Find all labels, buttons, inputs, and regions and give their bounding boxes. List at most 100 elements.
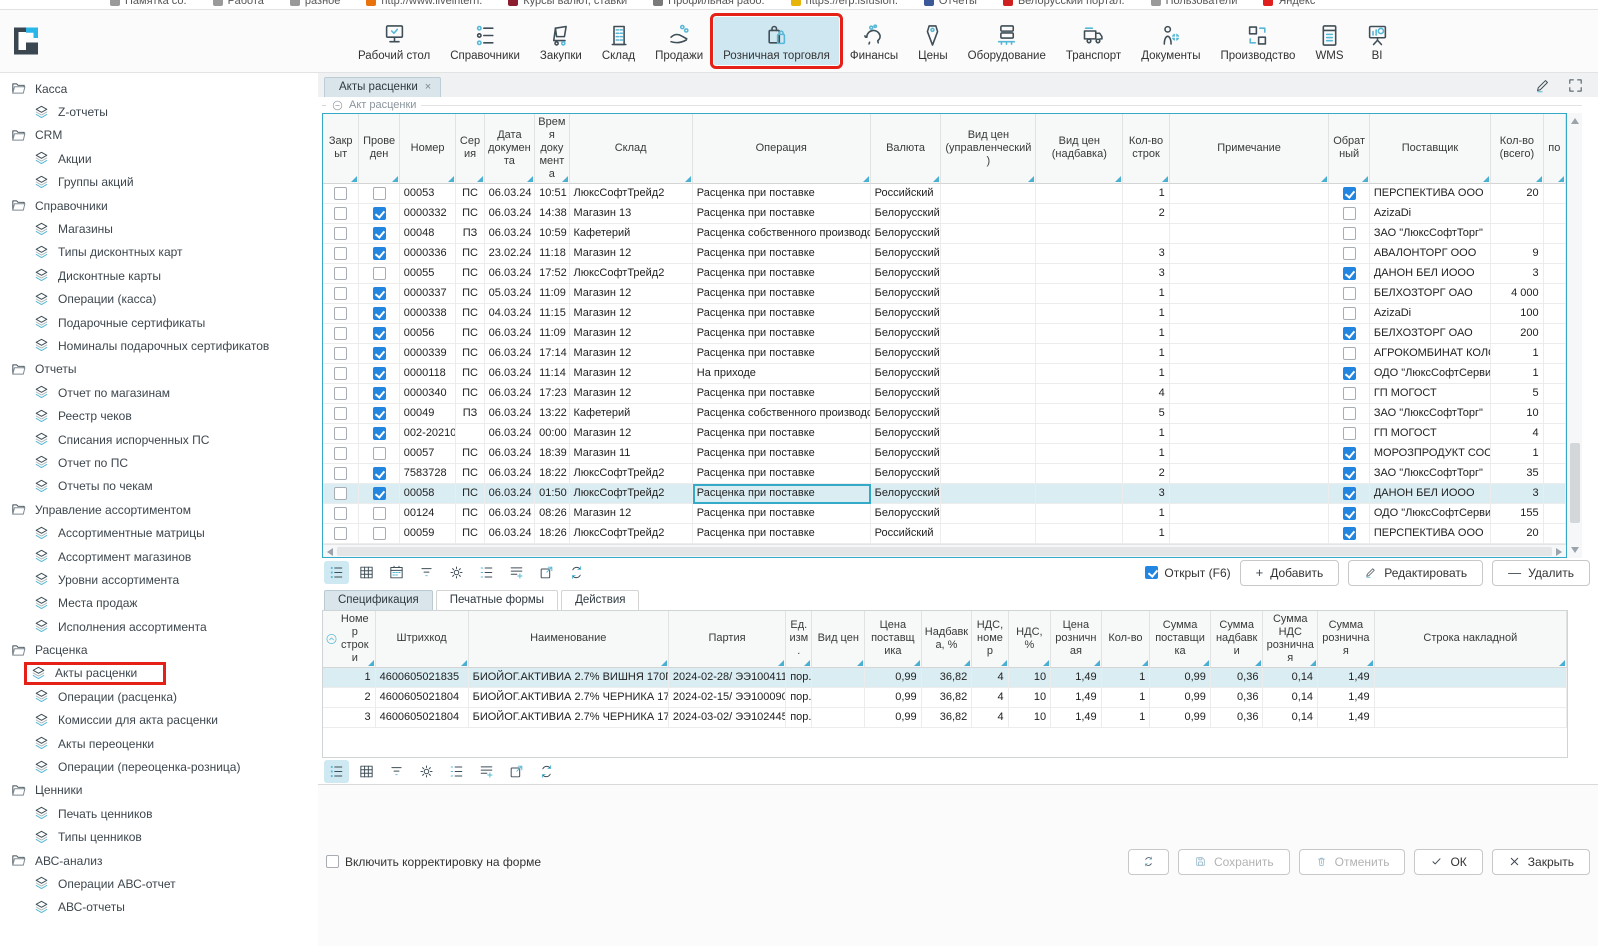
cell-qty_total[interactable]: 35: [1491, 464, 1544, 484]
cell-price_mgmt[interactable]: [941, 324, 1036, 344]
cell-reverse[interactable]: [1329, 324, 1369, 344]
cell-reverse[interactable]: [1329, 204, 1369, 224]
cell-closed[interactable]: [323, 524, 359, 544]
cell-note[interactable]: [1170, 344, 1330, 364]
cell-price_type[interactable]: [812, 668, 865, 688]
checkbox[interactable]: [373, 207, 386, 220]
tree-item[interactable]: Акты переоценки: [0, 732, 318, 755]
cell-vat_num[interactable]: 4: [972, 668, 1008, 688]
cell-posted[interactable]: [359, 364, 399, 384]
cell-price_mgmt[interactable]: [941, 444, 1036, 464]
column-header[interactable]: Ед. изм.: [786, 611, 812, 668]
tree-item[interactable]: Ассортиментные матрицы: [0, 521, 318, 544]
cell-qty_total[interactable]: 20: [1491, 524, 1544, 544]
cell-operation[interactable]: Расценка при поставке: [693, 324, 871, 344]
cell-name[interactable]: БИОЙОГ.АКТИВИА 2.7% ЧЕРНИКА 170Г: [469, 688, 669, 708]
table-row[interactable]: 00059ПС06.03.2418:26ЛюксСофтТрейд2Расцен…: [323, 524, 1566, 544]
cell-extra[interactable]: [1544, 344, 1566, 364]
table-row[interactable]: 00055ПС06.03.2417:52ЛюксСофтТрейд2Расцен…: [323, 264, 1566, 284]
cell-time[interactable]: 01:50: [535, 484, 569, 504]
table-row[interactable]: 00049ПЗ06.03.2413:22КафетерийРасценка со…: [323, 404, 1566, 424]
cell-lines[interactable]: 5: [1123, 404, 1169, 424]
cell-operation[interactable]: На приходе: [693, 364, 871, 384]
cell-markup_pct[interactable]: 36,82: [922, 708, 973, 728]
закрыть-button[interactable]: Закрыть: [1492, 849, 1590, 875]
table-row[interactable]: 00058ПС06.03.2401:50ЛюксСофтТрейд2Расцен…: [323, 484, 1566, 504]
bookmark-item[interactable]: https://erp.lsfusion.: [791, 0, 898, 7]
cell-reverse[interactable]: [1329, 264, 1369, 284]
cell-date[interactable]: 06.03.24: [485, 344, 536, 364]
cell-price_mgmt[interactable]: [941, 424, 1036, 444]
column-header[interactable]: Номер строки: [323, 611, 376, 668]
cell-price_type[interactable]: [812, 708, 865, 728]
cell-closed[interactable]: [323, 364, 359, 384]
detail-tab[interactable]: Действия: [561, 590, 639, 610]
cell-warehouse[interactable]: Магазин 12: [570, 324, 693, 344]
cell-warehouse[interactable]: Магазин 12: [570, 304, 693, 324]
module-button-desktop[interactable]: Рабочий стол: [349, 17, 439, 65]
cell-closed[interactable]: [323, 444, 359, 464]
delete-button[interactable]: — Удалить: [1492, 560, 1590, 586]
tree-item[interactable]: Уровни ассортимента: [0, 568, 318, 591]
cell-barcode[interactable]: 4600605021835: [376, 668, 469, 688]
checkbox[interactable]: [1343, 467, 1356, 480]
row-settings-toolbar-button[interactable]: [324, 760, 349, 783]
cell-price_markup[interactable]: [1036, 464, 1123, 484]
cell-price_markup[interactable]: [1036, 484, 1123, 504]
bookmark-item[interactable]: Памятка со.: [110, 0, 187, 7]
cell-supplier[interactable]: AzizaDi: [1370, 204, 1491, 224]
cell-series[interactable]: ПС: [456, 344, 484, 364]
cell-number[interactable]: 7583728: [400, 464, 457, 484]
cell-date[interactable]: 06.03.24: [485, 464, 536, 484]
cell-date[interactable]: 06.03.24: [485, 524, 536, 544]
cell-extra[interactable]: [1544, 184, 1566, 204]
numbered-list-toolbar-button[interactable]: [474, 561, 499, 584]
checkbox[interactable]: [1343, 287, 1356, 300]
cell-qty_total[interactable]: 155: [1491, 504, 1544, 524]
checkbox[interactable]: [1343, 447, 1356, 460]
cell-reverse[interactable]: [1329, 464, 1369, 484]
cell-date[interactable]: 05.03.24: [485, 284, 536, 304]
cell-price_markup[interactable]: [1036, 344, 1123, 364]
tree-folder[interactable]: Касса: [0, 77, 318, 100]
column-header[interactable]: Кол-во: [1102, 611, 1151, 668]
cell-currency[interactable]: Белорусский: [871, 224, 942, 244]
cell-currency[interactable]: Белорусский: [871, 424, 942, 444]
cell-price_markup[interactable]: [1036, 244, 1123, 264]
cell-vat_num[interactable]: 4: [972, 708, 1008, 728]
cell-vat_sum[interactable]: 0,14: [1263, 708, 1318, 728]
checkbox[interactable]: [334, 367, 347, 380]
column-header[interactable]: Штрихкод: [376, 611, 469, 668]
cell-number[interactable]: 00048: [400, 224, 457, 244]
cell-price_markup[interactable]: [1036, 364, 1123, 384]
cell-supplier_price[interactable]: 0,99: [865, 688, 922, 708]
cell-retail_sum[interactable]: 1,49: [1318, 708, 1375, 728]
cell-date[interactable]: 06.03.24: [485, 324, 536, 344]
tree-item[interactable]: Типы ценников: [0, 826, 318, 849]
cell-supplier[interactable]: ПЕРСПЕКТИВА ООО: [1370, 524, 1491, 544]
cell-operation[interactable]: Расценка при поставке: [693, 304, 871, 324]
table-row[interactable]: 0000339ПС06.03.2417:14Магазин 12Расценка…: [323, 344, 1566, 364]
cell-series[interactable]: ПС: [456, 284, 484, 304]
bookmark-item[interactable]: Профильная рабо.: [653, 0, 764, 7]
cell-time[interactable]: 17:52: [535, 264, 569, 284]
module-button-production-cycle[interactable]: Производство: [1211, 17, 1304, 65]
table-row[interactable]: 0000332ПС06.03.2414:38Магазин 13Расценка…: [323, 204, 1566, 224]
reload-toolbar-button[interactable]: [534, 760, 559, 783]
cell-name[interactable]: БИОЙОГ.АКТИВИА 2.7% ЧЕРНИКА 170Г: [469, 708, 669, 728]
cell-qty_total[interactable]: [1491, 204, 1544, 224]
cell-note[interactable]: [1170, 404, 1330, 424]
cell-operation[interactable]: Расценка при поставке: [693, 284, 871, 304]
cell-warehouse[interactable]: ЛюксСофтТрейд2: [570, 464, 693, 484]
cell-warehouse[interactable]: Магазин 12: [570, 244, 693, 264]
cell-supplier[interactable]: АВАЛОНТОРГ ООО: [1370, 244, 1491, 264]
cell-time[interactable]: 13:22: [535, 404, 569, 424]
cell-markup_pct[interactable]: 36,82: [922, 688, 973, 708]
cell-supplier_sum[interactable]: 0,99: [1150, 688, 1211, 708]
tree-item[interactable]: Магазины: [0, 217, 318, 240]
cell-batch[interactable]: 2024-03-02/ ЭЭ1024459/ ,: [669, 708, 786, 728]
checkbox[interactable]: [373, 447, 386, 460]
cell-closed[interactable]: [323, 484, 359, 504]
checkbox[interactable]: [373, 487, 386, 500]
cell-reverse[interactable]: [1329, 424, 1369, 444]
